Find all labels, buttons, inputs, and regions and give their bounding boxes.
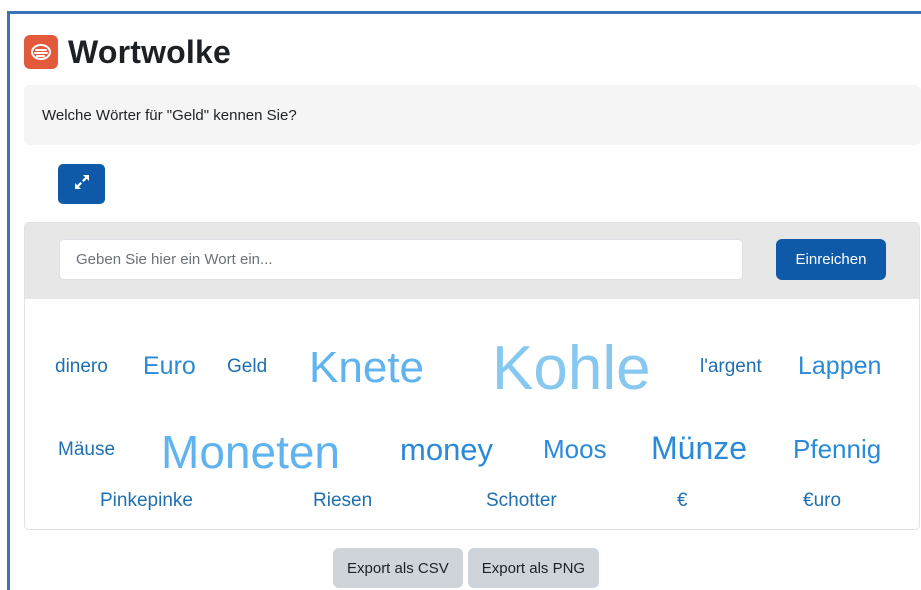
- cloud-word-euro: Euro: [143, 352, 196, 380]
- question-box: Welche Wörter für "Geld" kennen Sie?: [24, 85, 921, 145]
- submit-button[interactable]: Einreichen: [776, 239, 886, 280]
- window-border-top: [7, 11, 921, 14]
- activity-header: Wortwolke: [24, 28, 231, 76]
- cloud-word-muenze: Münze: [651, 430, 748, 466]
- export-png-button[interactable]: Export als PNG: [467, 548, 600, 588]
- cloud-word-moos: Moos: [543, 434, 607, 464]
- wordcloud-panel: Einreichen dinero Euro Geld Knete Kohle …: [24, 222, 920, 530]
- cloud-word-pfennig: Pfennig: [793, 434, 882, 464]
- cloud-word-geld: Geld: [227, 356, 268, 377]
- cloud-word-schotter: Schotter: [486, 490, 557, 511]
- word-cloud: dinero Euro Geld Knete Kohle l'argent La…: [25, 299, 919, 529]
- cloud-word-pinkepinke: Pinkepinke: [100, 490, 193, 511]
- cloud-word-dinero: dinero: [55, 356, 108, 377]
- expand-arrows-icon: [73, 173, 91, 196]
- page-title: Wortwolke: [68, 33, 232, 70]
- cloud-word-riesen: Riesen: [313, 490, 373, 511]
- cloud-word-euro-alt: €uro: [803, 490, 842, 511]
- cloud-word-maeuse: Mäuse: [58, 439, 116, 460]
- export-csv-button[interactable]: Export als CSV: [333, 548, 463, 588]
- cloud-word-lappen: Lappen: [798, 352, 882, 380]
- cloud-word-knete: Knete: [309, 343, 424, 392]
- export-buttons: Export als CSV Export als PNG: [333, 548, 600, 588]
- cloud-word-money: money: [400, 432, 494, 467]
- cloud-word-largent: l'argent: [700, 356, 762, 377]
- window-border-left: [7, 11, 10, 590]
- word-input[interactable]: [59, 239, 743, 280]
- fullscreen-button[interactable]: [58, 164, 105, 204]
- wordcloud-logo-icon: [24, 35, 58, 69]
- input-bar: Einreichen: [25, 223, 919, 299]
- cloud-word-kohle: Kohle: [492, 334, 651, 403]
- cloud-word-euro-sign: €: [677, 490, 688, 511]
- question-text: Welche Wörter für "Geld" kennen Sie?: [42, 106, 297, 124]
- cloud-word-moneten: Moneten: [161, 426, 341, 478]
